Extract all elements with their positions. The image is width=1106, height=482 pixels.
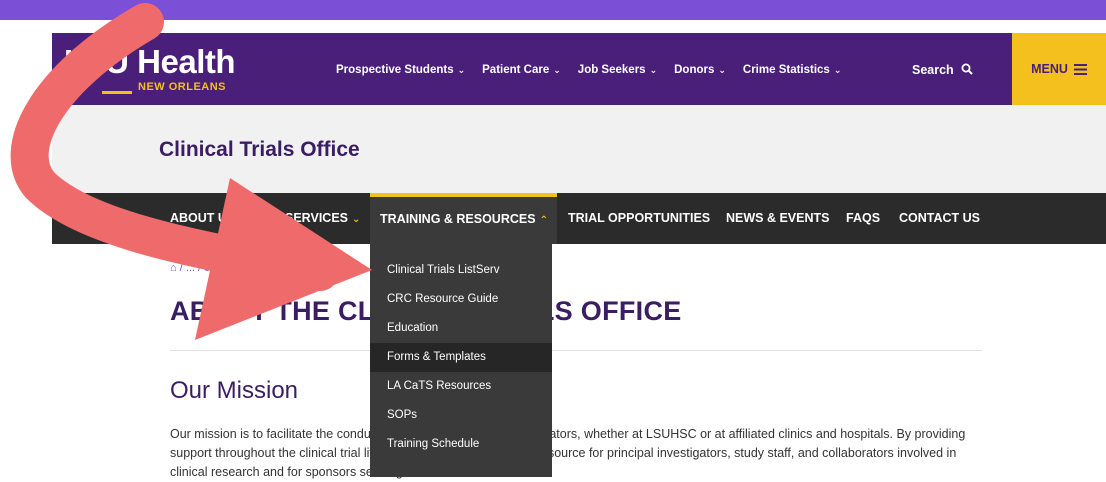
sub-nav-contact-us[interactable]: CONTACT US bbox=[899, 193, 980, 244]
search-button[interactable]: Search bbox=[912, 59, 973, 81]
menu-button[interactable]: MENU bbox=[1012, 33, 1106, 105]
mission-paragraph: Our mission is to facilitate the conduct… bbox=[170, 427, 966, 479]
search-label: Search bbox=[912, 63, 954, 77]
chevron-up-icon: ⌃ bbox=[539, 215, 548, 226]
training-resources-dropdown: Clinical Trials ListServ CRC Resource Gu… bbox=[370, 244, 552, 477]
dropdown-item-sops[interactable]: SOPs bbox=[370, 401, 552, 430]
dropdown-item-crc-resource-guide[interactable]: CRC Resource Guide bbox=[370, 285, 552, 314]
sub-nav-news-events[interactable]: NEWS & EVENTS bbox=[726, 193, 830, 244]
nav-crime-statistics[interactable]: Crime Statistics ⌄ bbox=[743, 64, 841, 76]
site-header: LSU Health NEW ORLEANS Prospective Stude… bbox=[52, 33, 1106, 105]
mission-heading: Our Mission bbox=[170, 377, 299, 404]
sub-nav-trial-opportunities[interactable]: TRIAL OPPORTUNITIES bbox=[568, 193, 710, 244]
lsu-health-logo[interactable]: LSU Health NEW ORLEANS bbox=[52, 33, 247, 105]
logo-wordmark: LSU Health bbox=[64, 43, 236, 80]
dropdown-item-forms-templates[interactable]: Forms & Templates bbox=[370, 343, 552, 372]
breadcrumb[interactable]: ⌂ / ... / c bbox=[170, 262, 210, 274]
sub-nav-about-us[interactable]: ABOUT US bbox=[170, 193, 235, 244]
nav-donors[interactable]: Donors ⌄ bbox=[674, 64, 726, 76]
top-color-band bbox=[0, 0, 1106, 20]
title-band: Clinical Trials Office bbox=[52, 105, 1106, 193]
sub-nav-training-resources[interactable]: TRAINING & RESOURCES ⌃ bbox=[370, 193, 557, 244]
search-icon bbox=[961, 63, 973, 75]
section-nav: ABOUT US SERVICES ⌄ TRAINING & RESOURCES ⌃… bbox=[52, 193, 1106, 244]
sub-nav-services[interactable]: SERVICES ⌄ bbox=[285, 193, 360, 244]
nav-job-seekers[interactable]: Job Seekers ⌄ bbox=[578, 64, 657, 76]
menu-label: MENU bbox=[1031, 62, 1068, 76]
chevron-down-icon: ⌄ bbox=[718, 65, 726, 75]
chevron-down-icon: ⌄ bbox=[649, 65, 658, 75]
logo-subtitle: NEW ORLEANS bbox=[138, 81, 226, 93]
nav-prospective-students[interactable]: Prospective Students ⌄ bbox=[336, 64, 465, 76]
chevron-down-icon: ⌄ bbox=[457, 65, 466, 75]
logo-rule bbox=[102, 91, 132, 94]
dropdown-item-la-cats-resources[interactable]: LA CaTS Resources bbox=[370, 372, 552, 401]
site-title[interactable]: Clinical Trials Office bbox=[159, 138, 360, 162]
main-nav: Prospective Students ⌄ Patient Care ⌄ Job … bbox=[336, 59, 858, 81]
dropdown-item-education[interactable]: Education bbox=[370, 314, 552, 343]
chevron-down-icon: ⌄ bbox=[833, 65, 842, 75]
hamburger-icon bbox=[1073, 63, 1087, 75]
dropdown-item-training-schedule[interactable]: Training Schedule bbox=[370, 430, 552, 459]
divider bbox=[170, 350, 982, 351]
chevron-down-icon: ⌄ bbox=[553, 65, 561, 75]
chevron-down-icon: ⌄ bbox=[352, 214, 361, 225]
sub-nav-faqs[interactable]: FAQS bbox=[846, 193, 880, 244]
nav-patient-care[interactable]: Patient Care ⌄ bbox=[482, 64, 561, 76]
dropdown-item-clinical-trials-listserv[interactable]: Clinical Trials ListServ bbox=[370, 256, 552, 285]
